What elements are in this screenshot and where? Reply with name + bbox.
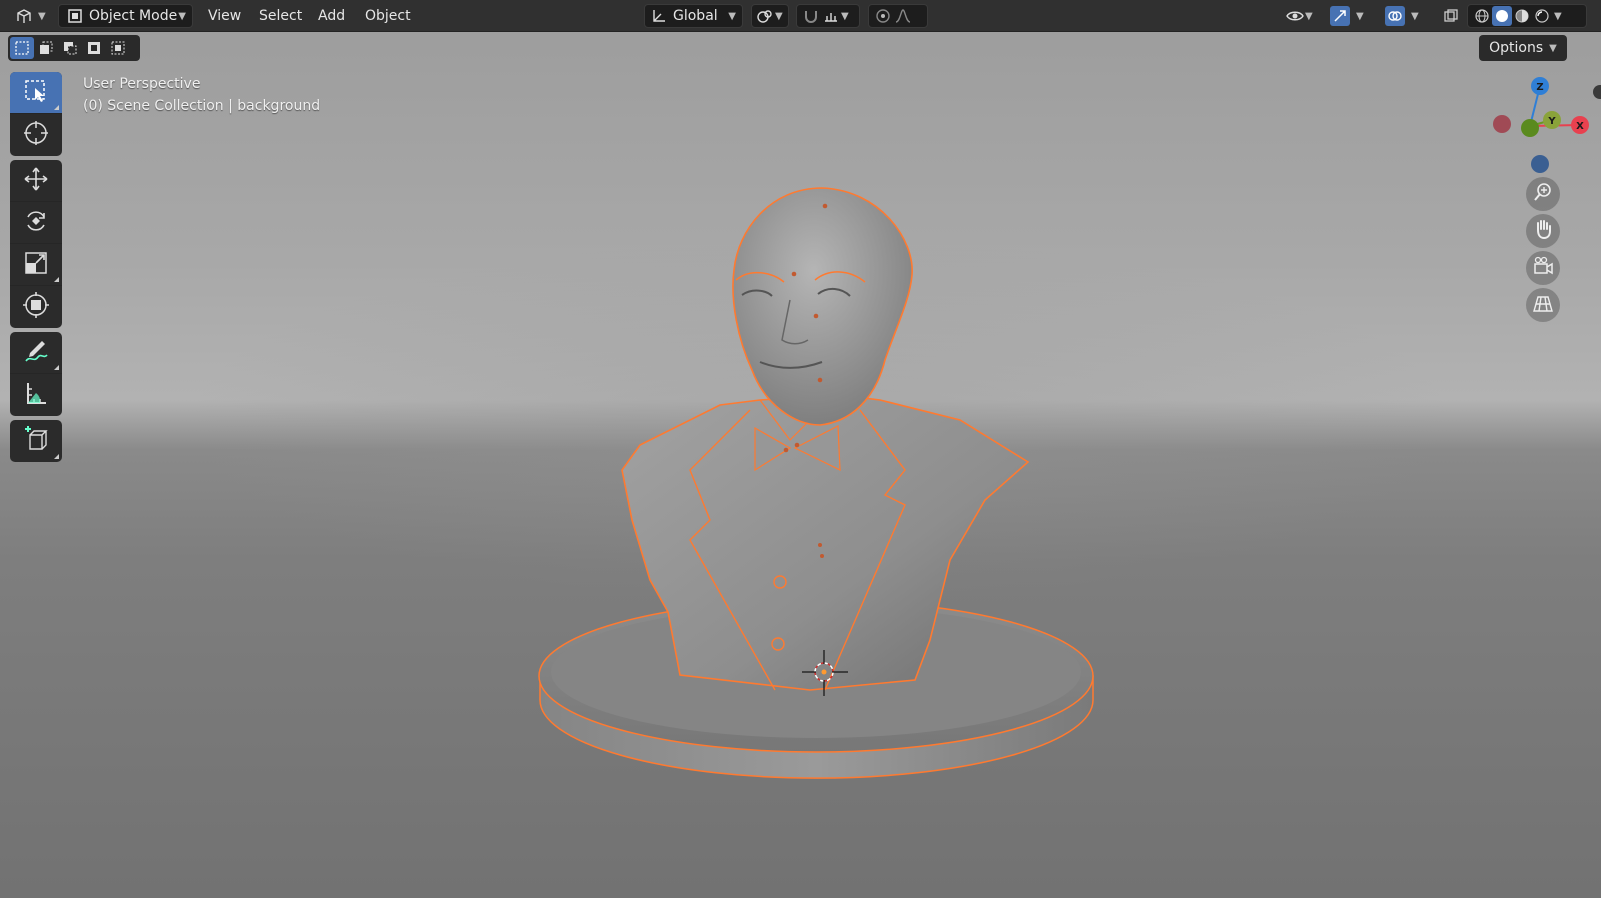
chevron-down-icon: ▼: [1411, 10, 1419, 22]
svg-text:Z: Z: [1536, 82, 1543, 93]
falloff-curve-icon[interactable]: [893, 6, 913, 26]
hand-icon: [1532, 218, 1554, 244]
material-shading-icon[interactable]: [1512, 6, 1532, 26]
proportional-edit-icon[interactable]: [873, 6, 893, 26]
pivot-point-dropdown[interactable]: ▼: [751, 4, 789, 28]
pan-button[interactable]: [1526, 214, 1560, 248]
collection-info: (0) Scene Collection | background: [83, 98, 321, 114]
cursor-icon: [22, 119, 50, 151]
sidebar-toggle[interactable]: [1593, 85, 1601, 99]
select-extend-icon[interactable]: [34, 37, 58, 59]
axis-neg-z[interactable]: [1531, 155, 1549, 173]
chevron-down-icon: ▼: [1305, 10, 1313, 22]
chevron-down-icon: ▼: [728, 10, 736, 22]
camera-view-button[interactable]: [1526, 251, 1560, 285]
select-subtract-icon[interactable]: [58, 37, 82, 59]
select-new-icon[interactable]: [10, 37, 34, 59]
chevron-down-icon: ▼: [841, 10, 849, 22]
axis-neg-y[interactable]: [1521, 119, 1539, 137]
viewport-header: ▼ Object Mode ▼ View Select Add Object G…: [0, 0, 1601, 32]
editor-type-button[interactable]: ▼: [14, 4, 46, 28]
gizmo-toggle[interactable]: ▼: [1330, 4, 1372, 28]
options-label: Options: [1489, 40, 1544, 56]
options-dropdown[interactable]: Options ▼: [1479, 35, 1567, 61]
mode-label: Object Mode: [89, 8, 178, 24]
select-box-icon: [23, 78, 49, 108]
select-invert-icon[interactable]: [82, 37, 106, 59]
snap-increment-icon[interactable]: [821, 6, 841, 26]
tool-add-cube[interactable]: [10, 420, 62, 462]
tool-cursor[interactable]: [10, 114, 62, 156]
3d-viewport[interactable]: ▼ Object Mode ▼ View Select Add Object G…: [0, 0, 1601, 898]
rotate-icon: [22, 207, 50, 239]
axis-z[interactable]: Z: [1531, 77, 1549, 95]
magnet-icon[interactable]: [801, 6, 821, 26]
viewport-info: User Perspective (0) Scene Collection | …: [83, 73, 320, 117]
tool-annotate[interactable]: [10, 332, 62, 374]
view-name: User Perspective: [83, 76, 201, 92]
chevron-down-icon: ▼: [1356, 10, 1364, 22]
axis-neg-x[interactable]: [1493, 115, 1511, 133]
orientation-label: Global: [673, 8, 718, 24]
axis-y[interactable]: Y: [1543, 111, 1561, 129]
gizmo-icon: [1330, 6, 1350, 26]
svg-text:Y: Y: [1547, 116, 1556, 127]
visibility-dropdown[interactable]: ▼: [1285, 4, 1325, 28]
tool-move[interactable]: [10, 160, 62, 202]
navigation-gizmo[interactable]: Y Z X: [1480, 70, 1600, 190]
chevron-down-icon: ▼: [1554, 10, 1562, 22]
shading-modes[interactable]: ▼: [1467, 4, 1587, 28]
selection-mode-buttons: [8, 35, 140, 61]
wireframe-shading-icon[interactable]: [1472, 6, 1492, 26]
camera-icon: [1532, 255, 1554, 281]
chevron-down-icon: ▼: [178, 10, 186, 22]
chevron-down-icon: ▼: [1549, 42, 1557, 54]
transform-icon: [22, 291, 50, 323]
proportional-editing-group[interactable]: [868, 4, 928, 28]
overlays-toggle[interactable]: ▼: [1385, 4, 1427, 28]
tool-shelf: [10, 72, 62, 466]
overlays-icon: [1385, 6, 1405, 26]
add-cube-icon: [22, 425, 50, 457]
tool-measure[interactable]: [10, 374, 62, 416]
svg-text:X: X: [1576, 121, 1584, 132]
annotate-icon: [22, 337, 50, 369]
orientation-axes-icon: [649, 6, 669, 26]
measure-icon: [22, 379, 50, 411]
tool-scale[interactable]: [10, 244, 62, 286]
mode-dropdown[interactable]: Object Mode ▼: [58, 4, 193, 28]
perspective-toggle-button[interactable]: [1526, 288, 1560, 322]
chevron-down-icon: ▼: [775, 10, 783, 22]
tool-rotate[interactable]: [10, 202, 62, 244]
zoom-button[interactable]: [1526, 177, 1560, 211]
menu-select[interactable]: Select: [251, 4, 310, 28]
zoom-icon: [1532, 181, 1554, 207]
axis-x[interactable]: X: [1571, 116, 1589, 134]
move-icon: [22, 165, 50, 197]
scale-icon: [22, 249, 50, 281]
tool-select-box[interactable]: [10, 72, 62, 114]
rendered-shading-icon[interactable]: [1532, 6, 1552, 26]
menu-object[interactable]: Object: [357, 4, 419, 28]
pivot-icon: [755, 6, 775, 26]
select-intersect-icon[interactable]: [106, 37, 130, 59]
grid-perspective-icon: [1532, 292, 1554, 318]
3d-viewport-icon: [14, 6, 34, 26]
tool-transform[interactable]: [10, 286, 62, 328]
transform-orientation-dropdown[interactable]: Global ▼: [644, 4, 743, 28]
menu-add[interactable]: Add: [310, 4, 353, 28]
eye-icon: [1285, 6, 1305, 26]
xray-toggle[interactable]: [1441, 4, 1463, 28]
scene-render[interactable]: [0, 0, 1601, 898]
solid-shading-icon[interactable]: [1492, 6, 1512, 26]
xray-icon: [1441, 6, 1461, 26]
menu-view[interactable]: View: [200, 4, 249, 28]
object-mode-icon: [65, 6, 85, 26]
snapping-group[interactable]: ▼: [796, 4, 860, 28]
chevron-down-icon: ▼: [38, 10, 46, 22]
